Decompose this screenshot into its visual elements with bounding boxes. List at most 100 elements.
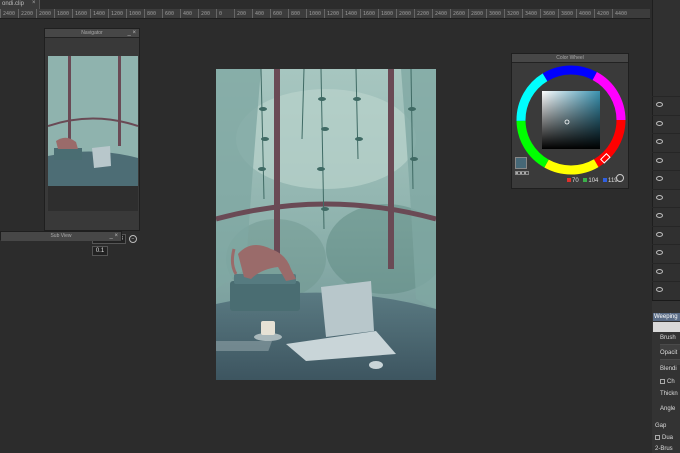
ruler-tick: 2600: [450, 9, 468, 18]
opacity-slider[interactable]: [660, 359, 680, 365]
ruler-tick: 1400: [342, 9, 360, 18]
eye-icon[interactable]: [656, 120, 663, 126]
close-tab-icon[interactable]: ×: [32, 0, 36, 6]
ruler-tick: 2400: [0, 9, 18, 18]
ruler-tick: 600: [270, 9, 288, 18]
brush-preview: [653, 322, 680, 332]
layer-row[interactable]: [652, 170, 680, 188]
color-option[interactable]: Ch: [660, 379, 675, 385]
ruler-tick: 1800: [378, 9, 396, 18]
eye-icon[interactable]: [656, 139, 663, 144]
ruler-tick: 200: [198, 9, 216, 18]
eye-icon[interactable]: [656, 102, 663, 107]
eye-icon[interactable]: [656, 194, 663, 200]
navigator-preview[interactable]: [48, 56, 138, 211]
ruler-tick: 1000: [126, 9, 144, 18]
subview-panel: Sub View _ ×: [0, 231, 122, 241]
layer-row[interactable]: [652, 151, 680, 170]
main-color-swatch[interactable]: [515, 157, 527, 169]
layer-row[interactable]: [652, 225, 680, 244]
eye-icon[interactable]: [656, 213, 663, 218]
ruler-tick: 400: [180, 9, 198, 18]
eye-icon[interactable]: [656, 287, 663, 292]
ruler-tick: 1600: [360, 9, 378, 18]
navigator-panel: Navigator _ × 26.3 0.1 − +: [44, 28, 140, 256]
ruler-tick: 800: [144, 9, 162, 18]
ruler-tick: 1800: [54, 9, 72, 18]
subview-title: Sub View: [50, 233, 72, 239]
ruler-tick: 2000: [36, 9, 54, 18]
zoom-out-icon[interactable]: −: [129, 235, 137, 243]
navigator-thumbnail: [48, 56, 138, 211]
color-wheel-panel: Color Wheel 70 104 119: [511, 53, 629, 189]
color-checkbox[interactable]: [660, 379, 665, 384]
canvas-illustration: [216, 69, 436, 380]
ruler-tick: 1400: [90, 9, 108, 18]
eye-icon[interactable]: [656, 176, 663, 181]
layer-row[interactable]: [652, 244, 680, 262]
ruler-tick: 600: [162, 9, 180, 18]
dual-brush-checkbox[interactable]: [655, 435, 660, 440]
color-option-label: Ch: [667, 379, 675, 386]
blue-indicator: [603, 178, 608, 182]
layer-row[interactable]: [652, 281, 680, 299]
dual-brush-option[interactable]: Dua: [655, 435, 673, 441]
ruler-tick: 1200: [324, 9, 342, 18]
subview-window-controls[interactable]: _ ×: [109, 232, 118, 241]
sub-color-swatch[interactable]: [515, 171, 529, 175]
layer-row[interactable]: [652, 133, 680, 151]
ruler-tick: 1600: [72, 9, 90, 18]
ruler-tick: 3600: [540, 9, 558, 18]
eye-icon[interactable]: [656, 157, 663, 163]
ruler-tick: 2800: [468, 9, 486, 18]
layer-row[interactable]: [652, 114, 680, 133]
dual-brush-label: Dua: [662, 435, 674, 442]
color-settings-icon[interactable]: [616, 174, 624, 182]
drawing-canvas[interactable]: [216, 69, 436, 380]
ruler-tick: 4400: [612, 9, 630, 18]
ruler-tick: 3200: [504, 9, 522, 18]
ruler-tick: 2000: [396, 9, 414, 18]
layer-row[interactable]: [652, 207, 680, 225]
layer-row[interactable]: [652, 188, 680, 207]
color-wheel-title: Color Wheel: [556, 55, 584, 61]
angle-label: Angle: [660, 406, 676, 412]
ruler-tick: 200: [234, 9, 252, 18]
navigator-window-controls[interactable]: _ ×: [127, 29, 136, 38]
eye-icon[interactable]: [656, 250, 663, 255]
ruler-tick: 3800: [558, 9, 576, 18]
blending-label: Blendi: [660, 366, 677, 372]
horizontal-ruler[interactable]: 2400 2200 2000 1800 1600 1400 1200 1000 800 600 40…: [0, 9, 650, 19]
eye-icon[interactable]: [656, 231, 663, 237]
ruler-tick: 3400: [522, 9, 540, 18]
gap-label[interactable]: Gap: [655, 423, 666, 429]
brush-preset[interactable]: Weeping: [653, 313, 680, 321]
color-wheel[interactable]: [515, 64, 627, 176]
eye-icon[interactable]: [656, 268, 663, 274]
red-indicator: [567, 178, 571, 182]
thickness-label: Thickn: [660, 391, 678, 397]
brush-size-label: Brush: [660, 335, 676, 341]
color-wheel-title-bar[interactable]: Color Wheel: [512, 54, 628, 63]
ruler-tick: 4000: [576, 9, 594, 18]
ruler-tick: 400: [252, 9, 270, 18]
tool-property-panel: Weeping Brush Opacit Blendi Ch Thickn An…: [652, 300, 680, 453]
subview-title-bar[interactable]: Sub View _ ×: [1, 232, 121, 241]
ruler-tick: 0: [216, 9, 234, 18]
green-value: 104: [588, 178, 599, 184]
document-tab-label: ondi.clip: [2, 1, 25, 7]
opacity-label: Opacit: [660, 350, 678, 356]
ruler-tick: 3000: [486, 9, 504, 18]
ruler-tick: 800: [288, 9, 306, 18]
layer-row[interactable]: [652, 262, 680, 281]
ruler-tick: 1000: [306, 9, 324, 18]
layer-row[interactable]: [652, 96, 680, 114]
ruler-tick: 4200: [594, 9, 612, 18]
rotation-field[interactable]: 0.1: [92, 246, 108, 256]
rgb-readout: 70 104 119: [564, 178, 618, 184]
ruler-tick: 2400: [432, 9, 450, 18]
navigator-title-bar[interactable]: Navigator _ ×: [45, 29, 139, 38]
red-value: 70: [572, 178, 579, 184]
clip-studio-window: ondi.clip × 2400 2200 2000 1800 1600 1400 1200…: [0, 0, 680, 453]
navigator-title: Navigator: [81, 30, 103, 36]
